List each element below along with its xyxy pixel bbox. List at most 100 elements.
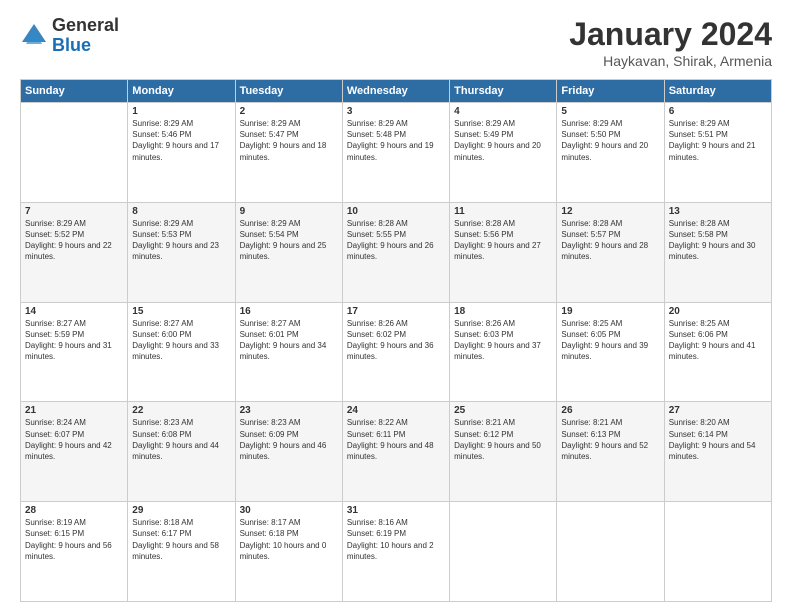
day-info: Sunrise: 8:18 AMSunset: 6:17 PMDaylight:… — [132, 517, 230, 562]
day-info: Sunrise: 8:21 AMSunset: 6:12 PMDaylight:… — [454, 417, 552, 462]
header: General Blue January 2024 Haykavan, Shir… — [20, 16, 772, 69]
day-number: 7 — [25, 206, 123, 217]
col-saturday: Saturday — [664, 80, 771, 103]
day-cell: 6Sunrise: 8:29 AMSunset: 5:51 PMDaylight… — [664, 103, 771, 203]
day-cell: 15Sunrise: 8:27 AMSunset: 6:00 PMDayligh… — [128, 302, 235, 402]
calendar-page: General Blue January 2024 Haykavan, Shir… — [0, 0, 792, 612]
day-number: 16 — [240, 306, 338, 317]
col-friday: Friday — [557, 80, 664, 103]
logo-icon — [20, 22, 48, 50]
day-info: Sunrise: 8:26 AMSunset: 6:02 PMDaylight:… — [347, 318, 445, 363]
day-info: Sunrise: 8:23 AMSunset: 6:08 PMDaylight:… — [132, 417, 230, 462]
day-cell: 1Sunrise: 8:29 AMSunset: 5:46 PMDaylight… — [128, 103, 235, 203]
day-cell: 29Sunrise: 8:18 AMSunset: 6:17 PMDayligh… — [128, 502, 235, 602]
day-cell: 25Sunrise: 8:21 AMSunset: 6:12 PMDayligh… — [450, 402, 557, 502]
day-info: Sunrise: 8:19 AMSunset: 6:15 PMDaylight:… — [25, 517, 123, 562]
day-number: 12 — [561, 206, 659, 217]
logo-blue: Blue — [52, 36, 119, 56]
week-row-4: 21Sunrise: 8:24 AMSunset: 6:07 PMDayligh… — [21, 402, 772, 502]
day-cell: 10Sunrise: 8:28 AMSunset: 5:55 PMDayligh… — [342, 202, 449, 302]
day-cell — [21, 103, 128, 203]
week-row-2: 7Sunrise: 8:29 AMSunset: 5:52 PMDaylight… — [21, 202, 772, 302]
day-cell: 9Sunrise: 8:29 AMSunset: 5:54 PMDaylight… — [235, 202, 342, 302]
col-tuesday: Tuesday — [235, 80, 342, 103]
day-number: 10 — [347, 206, 445, 217]
day-cell: 13Sunrise: 8:28 AMSunset: 5:58 PMDayligh… — [664, 202, 771, 302]
day-number: 4 — [454, 106, 552, 117]
day-info: Sunrise: 8:25 AMSunset: 6:06 PMDaylight:… — [669, 318, 767, 363]
day-number: 1 — [132, 106, 230, 117]
day-cell — [450, 502, 557, 602]
day-info: Sunrise: 8:28 AMSunset: 5:56 PMDaylight:… — [454, 218, 552, 263]
day-cell: 8Sunrise: 8:29 AMSunset: 5:53 PMDaylight… — [128, 202, 235, 302]
day-number: 13 — [669, 206, 767, 217]
day-cell: 12Sunrise: 8:28 AMSunset: 5:57 PMDayligh… — [557, 202, 664, 302]
day-number: 23 — [240, 405, 338, 416]
day-info: Sunrise: 8:25 AMSunset: 6:05 PMDaylight:… — [561, 318, 659, 363]
day-cell: 22Sunrise: 8:23 AMSunset: 6:08 PMDayligh… — [128, 402, 235, 502]
day-number: 22 — [132, 405, 230, 416]
day-cell: 5Sunrise: 8:29 AMSunset: 5:50 PMDaylight… — [557, 103, 664, 203]
day-info: Sunrise: 8:17 AMSunset: 6:18 PMDaylight:… — [240, 517, 338, 562]
day-info: Sunrise: 8:29 AMSunset: 5:47 PMDaylight:… — [240, 118, 338, 163]
col-thursday: Thursday — [450, 80, 557, 103]
day-number: 17 — [347, 306, 445, 317]
day-info: Sunrise: 8:28 AMSunset: 5:58 PMDaylight:… — [669, 218, 767, 263]
day-number: 8 — [132, 206, 230, 217]
day-info: Sunrise: 8:29 AMSunset: 5:49 PMDaylight:… — [454, 118, 552, 163]
col-wednesday: Wednesday — [342, 80, 449, 103]
day-cell: 4Sunrise: 8:29 AMSunset: 5:49 PMDaylight… — [450, 103, 557, 203]
week-row-5: 28Sunrise: 8:19 AMSunset: 6:15 PMDayligh… — [21, 502, 772, 602]
day-info: Sunrise: 8:29 AMSunset: 5:48 PMDaylight:… — [347, 118, 445, 163]
title-block: January 2024 Haykavan, Shirak, Armenia — [569, 16, 772, 69]
day-cell: 23Sunrise: 8:23 AMSunset: 6:09 PMDayligh… — [235, 402, 342, 502]
day-number: 20 — [669, 306, 767, 317]
day-cell: 19Sunrise: 8:25 AMSunset: 6:05 PMDayligh… — [557, 302, 664, 402]
logo-general: General — [52, 16, 119, 36]
day-info: Sunrise: 8:22 AMSunset: 6:11 PMDaylight:… — [347, 417, 445, 462]
logo: General Blue — [20, 16, 119, 56]
day-info: Sunrise: 8:29 AMSunset: 5:46 PMDaylight:… — [132, 118, 230, 163]
location: Haykavan, Shirak, Armenia — [569, 53, 772, 69]
col-sunday: Sunday — [21, 80, 128, 103]
day-number: 24 — [347, 405, 445, 416]
day-cell: 18Sunrise: 8:26 AMSunset: 6:03 PMDayligh… — [450, 302, 557, 402]
day-info: Sunrise: 8:29 AMSunset: 5:52 PMDaylight:… — [25, 218, 123, 263]
day-cell: 3Sunrise: 8:29 AMSunset: 5:48 PMDaylight… — [342, 103, 449, 203]
week-row-3: 14Sunrise: 8:27 AMSunset: 5:59 PMDayligh… — [21, 302, 772, 402]
day-number: 14 — [25, 306, 123, 317]
day-number: 6 — [669, 106, 767, 117]
day-number: 5 — [561, 106, 659, 117]
day-info: Sunrise: 8:29 AMSunset: 5:51 PMDaylight:… — [669, 118, 767, 163]
day-number: 11 — [454, 206, 552, 217]
day-cell: 11Sunrise: 8:28 AMSunset: 5:56 PMDayligh… — [450, 202, 557, 302]
day-info: Sunrise: 8:27 AMSunset: 6:01 PMDaylight:… — [240, 318, 338, 363]
day-info: Sunrise: 8:23 AMSunset: 6:09 PMDaylight:… — [240, 417, 338, 462]
day-cell: 28Sunrise: 8:19 AMSunset: 6:15 PMDayligh… — [21, 502, 128, 602]
day-cell: 17Sunrise: 8:26 AMSunset: 6:02 PMDayligh… — [342, 302, 449, 402]
day-cell: 31Sunrise: 8:16 AMSunset: 6:19 PMDayligh… — [342, 502, 449, 602]
day-cell: 24Sunrise: 8:22 AMSunset: 6:11 PMDayligh… — [342, 402, 449, 502]
day-number: 2 — [240, 106, 338, 117]
col-monday: Monday — [128, 80, 235, 103]
day-cell: 27Sunrise: 8:20 AMSunset: 6:14 PMDayligh… — [664, 402, 771, 502]
day-cell: 26Sunrise: 8:21 AMSunset: 6:13 PMDayligh… — [557, 402, 664, 502]
day-info: Sunrise: 8:27 AMSunset: 6:00 PMDaylight:… — [132, 318, 230, 363]
week-row-1: 1Sunrise: 8:29 AMSunset: 5:46 PMDaylight… — [21, 103, 772, 203]
day-number: 9 — [240, 206, 338, 217]
day-number: 25 — [454, 405, 552, 416]
day-info: Sunrise: 8:20 AMSunset: 6:14 PMDaylight:… — [669, 417, 767, 462]
day-number: 31 — [347, 505, 445, 516]
day-number: 26 — [561, 405, 659, 416]
day-info: Sunrise: 8:26 AMSunset: 6:03 PMDaylight:… — [454, 318, 552, 363]
day-cell — [664, 502, 771, 602]
day-number: 19 — [561, 306, 659, 317]
day-number: 21 — [25, 405, 123, 416]
day-info: Sunrise: 8:24 AMSunset: 6:07 PMDaylight:… — [25, 417, 123, 462]
calendar-table: Sunday Monday Tuesday Wednesday Thursday… — [20, 79, 772, 602]
day-info: Sunrise: 8:21 AMSunset: 6:13 PMDaylight:… — [561, 417, 659, 462]
month-title: January 2024 — [569, 16, 772, 53]
day-info: Sunrise: 8:27 AMSunset: 5:59 PMDaylight:… — [25, 318, 123, 363]
day-number: 28 — [25, 505, 123, 516]
day-number: 3 — [347, 106, 445, 117]
